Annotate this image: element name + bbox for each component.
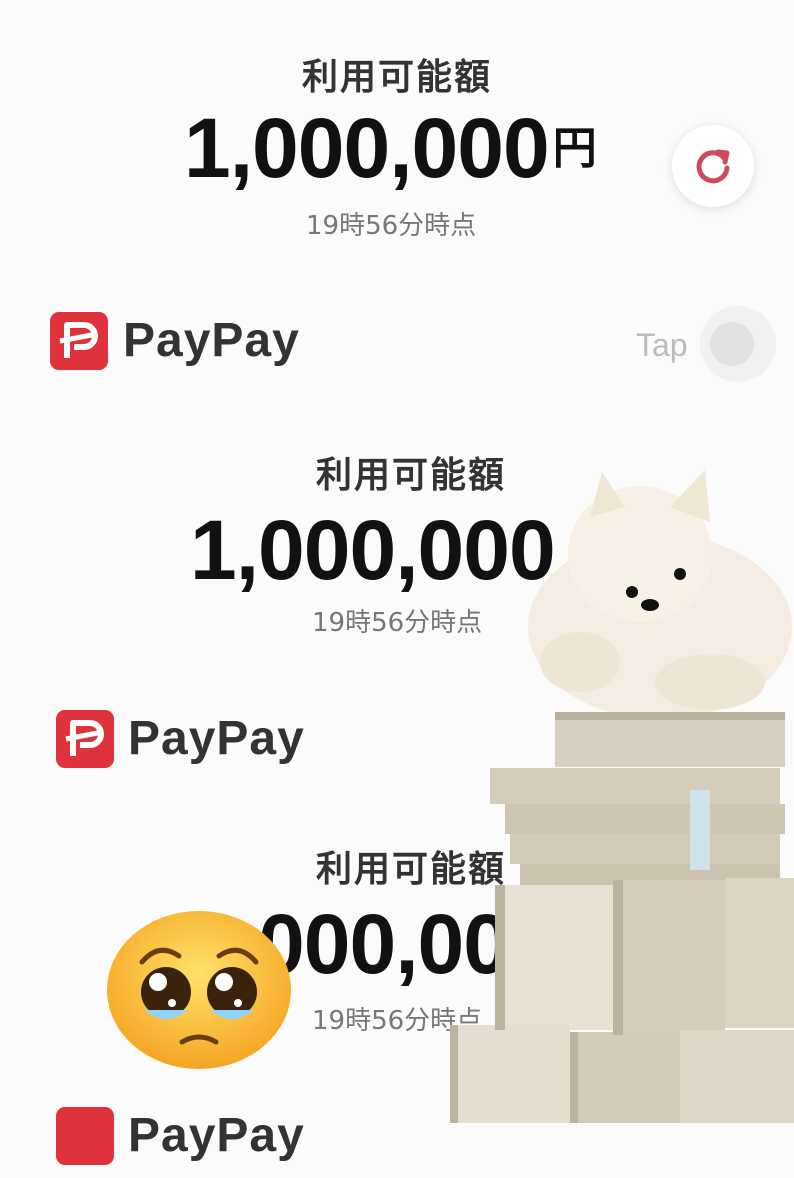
paypay-brand-name: PayPay xyxy=(128,1109,305,1162)
timestamp: 19時56分時点 xyxy=(312,608,483,638)
timestamp: 19時56分時点 xyxy=(306,211,477,241)
balance-card-1: 利用可能額 1,000,000円 19時56分時点 xyxy=(0,0,794,292)
tap-label: Tap xyxy=(636,327,688,363)
pleading-face-emoji xyxy=(107,911,291,1069)
balance-label: 利用可能額 xyxy=(301,57,492,98)
paypay-brand-name: PayPay xyxy=(123,314,300,367)
cash-stack-image xyxy=(450,712,794,1123)
paypay-logo-icon xyxy=(56,710,114,768)
tap-toggle-knob xyxy=(710,322,754,366)
tap-toggle[interactable] xyxy=(700,306,776,382)
paypay-logo-icon xyxy=(56,1107,114,1165)
refresh-button[interactable] xyxy=(672,125,754,207)
paypay-brand-name: PayPay xyxy=(128,712,305,765)
paypay-row: PayPay Tap xyxy=(0,303,794,383)
currency-label: 円 xyxy=(552,123,597,174)
amount-value: 1,000,000 xyxy=(184,101,550,195)
pomeranian-dog-image xyxy=(528,470,792,719)
paypay-logo-icon xyxy=(50,312,108,370)
refresh-icon xyxy=(696,149,730,184)
balance-amount: 1,000,000 xyxy=(190,503,556,597)
balance-amount: 1,000,000円 xyxy=(184,100,597,197)
